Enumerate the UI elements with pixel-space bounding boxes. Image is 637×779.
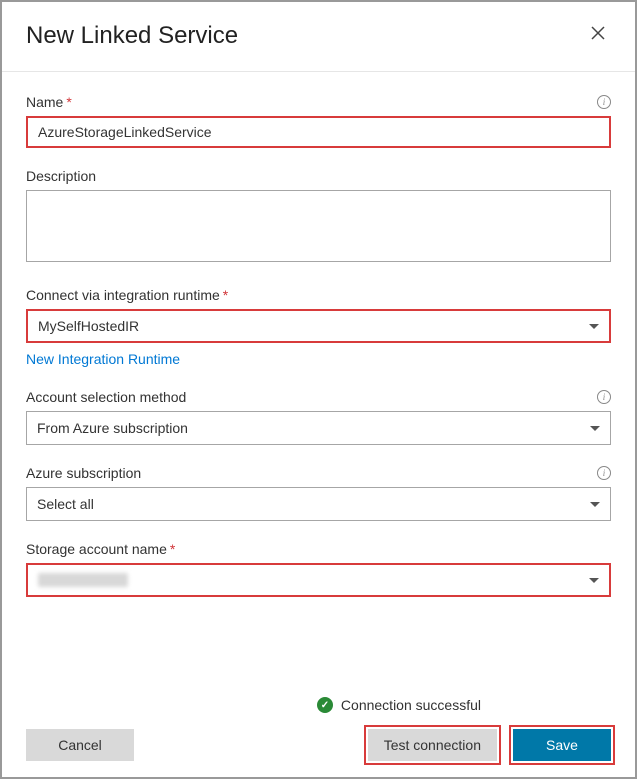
storage-account-select[interactable] [26, 563, 611, 597]
description-input[interactable] [26, 190, 611, 262]
cancel-button[interactable]: Cancel [26, 729, 134, 761]
dialog-content: Name* i Description Connect via integrat… [2, 72, 635, 627]
save-button[interactable]: Save [513, 729, 611, 761]
dialog-header: New Linked Service [2, 2, 635, 72]
chevron-down-icon [589, 324, 599, 329]
account-method-label: Account selection method [26, 389, 186, 405]
account-method-value: From Azure subscription [37, 420, 188, 436]
right-buttons: Test connection Save [368, 729, 611, 761]
info-icon[interactable]: i [597, 466, 611, 480]
field-account-method: Account selection method i From Azure su… [26, 389, 611, 445]
check-icon: ✓ [317, 697, 333, 713]
field-storage-account: Storage account name* [26, 541, 611, 597]
info-icon[interactable]: i [597, 95, 611, 109]
dialog-title: New Linked Service [26, 22, 238, 50]
runtime-label: Connect via integration runtime* [26, 287, 228, 303]
storage-account-value [38, 573, 128, 587]
chevron-down-icon [590, 502, 600, 507]
status-text: Connection successful [341, 697, 481, 713]
close-icon [591, 26, 605, 40]
field-name: Name* i [26, 94, 611, 148]
field-runtime: Connect via integration runtime* MySelfH… [26, 287, 611, 369]
status-row: ✓ Connection successful [26, 697, 611, 713]
new-runtime-link[interactable]: New Integration Runtime [26, 351, 180, 367]
close-button[interactable] [585, 20, 611, 51]
button-row: Cancel Test connection Save [26, 729, 611, 761]
subscription-label: Azure subscription [26, 465, 141, 481]
subscription-select[interactable]: Select all [26, 487, 611, 521]
account-method-select[interactable]: From Azure subscription [26, 411, 611, 445]
test-connection-button[interactable]: Test connection [368, 729, 497, 761]
field-subscription: Azure subscription i Select all [26, 465, 611, 521]
runtime-select[interactable]: MySelfHostedIR [26, 309, 611, 343]
name-label: Name* [26, 94, 72, 110]
chevron-down-icon [589, 578, 599, 583]
runtime-value: MySelfHostedIR [38, 318, 139, 334]
subscription-value: Select all [37, 496, 94, 512]
description-label: Description [26, 168, 96, 184]
name-input[interactable] [26, 116, 611, 148]
info-icon[interactable]: i [597, 390, 611, 404]
storage-account-label: Storage account name* [26, 541, 175, 557]
dialog-footer: ✓ Connection successful Cancel Test conn… [26, 697, 611, 761]
chevron-down-icon [590, 426, 600, 431]
field-description: Description [26, 168, 611, 267]
